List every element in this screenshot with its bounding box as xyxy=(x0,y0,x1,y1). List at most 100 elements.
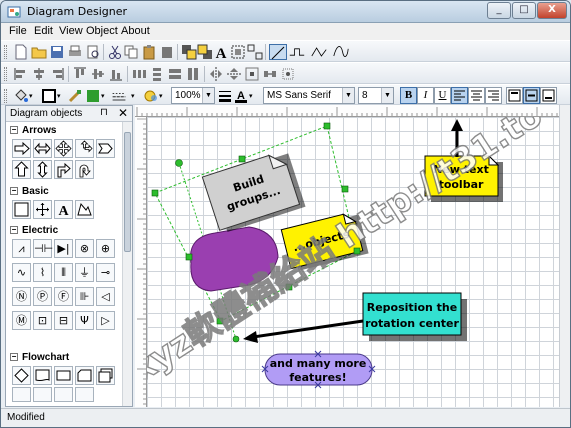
paste-icon[interactable] xyxy=(141,44,157,60)
process-shape[interactable] xyxy=(54,366,73,385)
multidocument-shape[interactable] xyxy=(96,366,115,385)
speaker-icon[interactable]: ◁ xyxy=(96,287,115,306)
open-folder-icon[interactable] xyxy=(31,44,47,60)
capacitor-icon[interactable]: ⊣⊢ xyxy=(33,239,53,258)
fill-bucket-icon[interactable] xyxy=(13,88,29,104)
fet-icon[interactable]: Ⓕ xyxy=(54,287,73,306)
align-right-icon[interactable] xyxy=(49,66,65,82)
more-features-shape[interactable]: and many more features! xyxy=(261,350,376,389)
valign-bottom-icon[interactable] xyxy=(540,87,557,104)
same-width-icon[interactable] xyxy=(167,66,183,82)
line-dropdown-icon[interactable]: ▾ xyxy=(57,88,65,104)
print-icon[interactable] xyxy=(67,44,83,60)
arrow-cross-shape[interactable] xyxy=(54,139,73,158)
drawing-canvas[interactable]: Build groups... ...objects New text tool… xyxy=(147,117,559,407)
valign-top-icon[interactable] xyxy=(506,87,523,104)
fuse-icon[interactable]: ⊟ xyxy=(54,311,73,330)
line-style-dropdown-icon[interactable]: ▾ xyxy=(131,88,139,104)
chevron-down-icon[interactable]: ▼ xyxy=(381,88,393,103)
shadow-dropdown-icon[interactable]: ▾ xyxy=(101,88,109,104)
space-vertical-icon[interactable] xyxy=(149,66,165,82)
space-horizontal-icon[interactable] xyxy=(131,66,147,82)
terminator-shape[interactable] xyxy=(12,387,31,402)
font-size-select[interactable]: 8 ▼ xyxy=(358,87,394,104)
align-bottom-icon[interactable] xyxy=(108,66,124,82)
build-groups-note[interactable]: Build groups... xyxy=(201,150,306,235)
opamp-icon[interactable]: ▷ xyxy=(96,311,115,330)
collapse-icon[interactable]: − xyxy=(10,187,18,195)
center-page-icon[interactable] xyxy=(244,66,260,82)
inductor-icon[interactable]: ∿ xyxy=(12,263,31,282)
arrow-bent-shape[interactable] xyxy=(54,160,73,179)
collapse-icon[interactable]: − xyxy=(10,226,18,234)
flip-horizontal-icon[interactable] xyxy=(208,66,224,82)
save-icon[interactable] xyxy=(49,44,65,60)
align-center-icon[interactable] xyxy=(31,66,47,82)
section-electric[interactable]: − Electric xyxy=(10,225,58,236)
document-shape[interactable] xyxy=(33,366,52,385)
diode-icon[interactable]: ▶| xyxy=(54,239,73,258)
source-icon[interactable]: ⊕ xyxy=(96,239,115,258)
antenna-icon[interactable]: Ψ xyxy=(75,311,94,330)
canvas-scrollbar[interactable] xyxy=(559,105,570,407)
arrow-uturn-shape[interactable] xyxy=(75,160,94,179)
italic-button[interactable]: I xyxy=(417,87,434,104)
section-basic[interactable]: − Basic xyxy=(10,186,49,197)
align-text-center-icon[interactable] xyxy=(468,87,485,104)
arrow-updown-shape[interactable] xyxy=(33,160,52,179)
transistor-npn-icon[interactable]: Ⓝ xyxy=(12,287,31,306)
text-shape[interactable]: A xyxy=(54,200,73,219)
lamp-icon[interactable]: ⊗ xyxy=(75,239,94,258)
polyline-tool-icon[interactable] xyxy=(311,44,331,60)
cut-icon[interactable] xyxy=(107,44,123,60)
menu-object[interactable]: Object xyxy=(86,25,118,37)
flip-vertical-icon[interactable] xyxy=(226,66,242,82)
arrow-double-shape[interactable] xyxy=(33,139,52,158)
menu-file[interactable]: File xyxy=(9,25,27,37)
align-left-icon[interactable] xyxy=(13,66,29,82)
text-tool-icon[interactable]: A xyxy=(213,44,229,62)
maximize-button[interactable]: □ xyxy=(512,2,536,19)
section-arrows[interactable]: − Arrows xyxy=(10,125,56,136)
meter-icon[interactable]: Ⓜ xyxy=(12,311,31,330)
send-back-icon[interactable] xyxy=(197,44,213,60)
menu-edit[interactable]: Edit xyxy=(34,25,53,37)
line-style-icon[interactable] xyxy=(111,88,131,104)
resistor-icon[interactable]: ⩘ xyxy=(12,239,31,258)
section-flowchart[interactable]: − Flowchart xyxy=(10,352,69,363)
image-shape[interactable] xyxy=(75,200,94,219)
pin-icon[interactable]: ⊓ xyxy=(100,107,108,118)
line-color-icon[interactable] xyxy=(41,88,57,104)
chevron-down-icon[interactable]: ▼ xyxy=(342,88,354,103)
gradient-brush-icon[interactable] xyxy=(67,88,83,104)
battery-icon[interactable]: ⊪ xyxy=(75,287,94,306)
toolbar-grip[interactable] xyxy=(4,89,7,103)
toolbar-grip[interactable] xyxy=(4,67,7,81)
transistor-pnp-icon[interactable]: Ⓟ xyxy=(33,287,52,306)
collapse-icon[interactable]: − xyxy=(10,353,18,361)
distribute-icon[interactable] xyxy=(262,66,278,82)
copy-icon[interactable] xyxy=(123,44,139,60)
align-top-icon[interactable] xyxy=(72,66,88,82)
switch-icon[interactable]: ⊸ xyxy=(96,263,115,282)
font-color-dropdown-icon[interactable]: ▾ xyxy=(249,88,257,104)
connector-tool-icon[interactable] xyxy=(289,44,309,60)
arrow-quad-shape[interactable] xyxy=(75,139,94,158)
minimize-button[interactable]: _ xyxy=(487,2,511,19)
menu-about[interactable]: About xyxy=(121,25,150,37)
arrow-right-shape[interactable] xyxy=(12,139,31,158)
connector-point-shape[interactable] xyxy=(33,200,52,219)
close-panel-icon[interactable]: ✕ xyxy=(118,106,128,120)
chevron-down-icon[interactable]: ▼ xyxy=(202,88,214,103)
print-preview-icon[interactable] xyxy=(85,44,101,60)
zoom-select[interactable]: 100% ▼ xyxy=(171,87,215,104)
transparency-dropdown-icon[interactable]: ▾ xyxy=(159,88,167,104)
bring-front-icon[interactable] xyxy=(181,44,197,60)
delay-shape[interactable] xyxy=(75,387,94,402)
card-shape[interactable] xyxy=(75,366,94,385)
shadow-color-icon[interactable] xyxy=(85,88,101,104)
new-file-icon[interactable] xyxy=(13,44,29,60)
scroll-thumb[interactable] xyxy=(124,132,131,252)
rotation-center-note[interactable]: Reposition the rotation center xyxy=(362,292,467,341)
transparency-icon[interactable] xyxy=(143,88,159,104)
